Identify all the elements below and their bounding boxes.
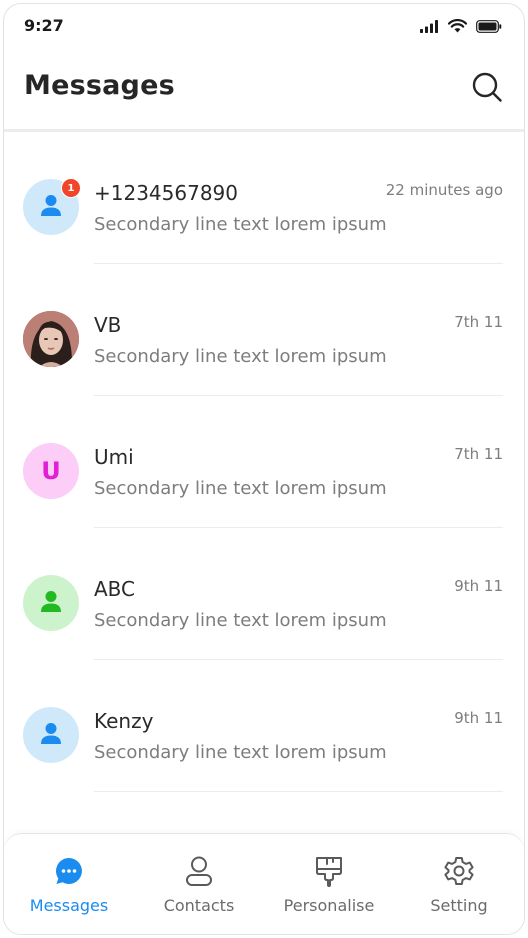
message-item[interactable]: VB Secondary line text lorem ipsum 7th 1… (4, 264, 524, 396)
gear-icon (442, 854, 476, 888)
bottom-nav: Messages Contacts Personalise Setting (4, 833, 524, 934)
nav-label: Personalise (283, 896, 375, 915)
unread-badge: 1 (61, 178, 81, 198)
avatar-letter: U (41, 457, 61, 485)
contact-name: Umi (94, 445, 134, 469)
avatar (23, 707, 79, 763)
nav-item-contacts[interactable]: Contacts (134, 834, 264, 934)
message-preview: Secondary line text lorem ipsum (94, 346, 387, 367)
message-item[interactable]: Kenzy Secondary line text lorem ipsum 9t… (4, 660, 524, 792)
nav-item-personalise[interactable]: Personalise (264, 834, 394, 934)
status-icons (420, 18, 502, 37)
person-icon (38, 720, 64, 750)
contact-name: Kenzy (94, 709, 154, 733)
avatar (23, 575, 79, 631)
paint-roller-icon (312, 854, 346, 888)
wifi-icon (447, 18, 468, 37)
message-preview: Secondary line text lorem ipsum (94, 610, 387, 631)
person-icon (38, 588, 64, 618)
nav-label: Contacts (163, 896, 235, 915)
battery-icon (476, 18, 502, 37)
message-time: 7th 11 (454, 445, 503, 463)
message-item[interactable]: U Umi Secondary line text lorem ipsum 7t… (4, 396, 524, 528)
message-list: 1 +1234567890 Secondary line text lorem … (4, 132, 524, 792)
avatar (23, 311, 79, 367)
user-icon (182, 854, 216, 888)
avatar-photo (23, 311, 79, 367)
person-icon (38, 192, 64, 222)
message-item[interactable]: 1 +1234567890 Secondary line text lorem … (4, 132, 524, 264)
nav-label: Setting (430, 896, 488, 915)
phone-frame: 9:27 Messages 1 +1234567890 Secondary li… (3, 3, 525, 935)
header: Messages (4, 50, 524, 132)
message-time: 9th 11 (454, 709, 503, 727)
message-item[interactable]: ABC Secondary line text lorem ipsum 9th … (4, 528, 524, 660)
message-preview: Secondary line text lorem ipsum (94, 478, 387, 499)
nav-item-messages[interactable]: Messages (4, 834, 134, 934)
nav-label: Messages (29, 896, 109, 915)
page-title: Messages (24, 70, 175, 101)
avatar: U (23, 443, 79, 499)
message-preview: Secondary line text lorem ipsum (94, 214, 387, 235)
divider (94, 791, 503, 792)
search-icon (471, 71, 503, 107)
status-bar: 9:27 (4, 4, 524, 50)
message-time: 9th 11 (454, 577, 503, 595)
signal-icon (420, 18, 439, 37)
contact-name: ABC (94, 577, 136, 601)
message-preview: Secondary line text lorem ipsum (94, 742, 387, 763)
message-time: 22 minutes ago (385, 181, 503, 199)
chat-bubble-icon (52, 854, 86, 888)
contact-name: +1234567890 (94, 181, 239, 205)
nav-item-setting[interactable]: Setting (394, 834, 524, 934)
search-button[interactable] (470, 72, 504, 106)
message-time: 7th 11 (454, 313, 503, 331)
status-time: 9:27 (24, 16, 64, 35)
contact-name: VB (94, 313, 122, 337)
